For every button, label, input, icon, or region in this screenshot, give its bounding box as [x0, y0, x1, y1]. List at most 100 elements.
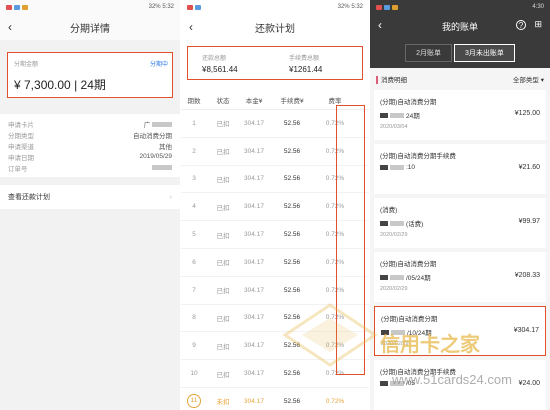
row-fee: 52.56 [283, 397, 301, 405]
item-amount: ¥21.60 [518, 164, 540, 171]
tab-feb-bill[interactable]: 2月账单 [405, 44, 452, 62]
header-status: 状态 [216, 97, 230, 105]
list-item[interactable]: (分期)自动消费分期/05/24期 2020/02/29 ¥208.33 [374, 252, 546, 302]
redacted-block [380, 165, 388, 170]
table-row: 11 未扣 304.17 52.56 0.72% [181, 388, 369, 410]
back-arrow-icon[interactable]: ‹ [189, 20, 193, 34]
status-bar: 32% 5:32 [181, 0, 369, 14]
redacted-block [152, 121, 172, 127]
battery-text: 32% [148, 4, 161, 10]
list-item[interactable]: (分期)自动消费分期手续费:10 ¥21.60 [374, 144, 546, 194]
row-principal: 304.17 [244, 147, 264, 155]
item-amount: ¥208.33 [514, 272, 540, 279]
row-status: 已扣 [216, 176, 230, 184]
item-name: (分期)自动消费分期 [380, 99, 437, 106]
info-list: 申请卡片 广 分期类型 自动消费分期 申请渠道 其他 申请日期 2019/05/29 订… [0, 114, 180, 177]
redacted-block [380, 112, 388, 118]
row-status: 已扣 [216, 204, 230, 212]
item-sub-text: /05/24期 [406, 275, 431, 282]
row-status: 已扣 [216, 371, 230, 379]
row-fee: 52.56 [283, 175, 301, 183]
status-bar: 4:30 [370, 0, 550, 14]
row-status: 已扣 [216, 232, 230, 240]
row-principal: 304.17 [244, 370, 264, 378]
info-label: 申请渠道 [8, 143, 34, 151]
item-name: (分期)自动消费分期手续费 [380, 153, 456, 160]
row-period: 10 [190, 370, 198, 378]
list-item[interactable]: (消费) (话费) 2020/02/29 ¥99.97 [374, 198, 546, 248]
transaction-list: (分期)自动消费分期 24期 2020/03/04 ¥125.00 (分期)自动消费分期… [370, 90, 550, 410]
row-period: 11 [181, 394, 207, 409]
tab-mar-unbilled[interactable]: 3月未出账单 [454, 44, 515, 62]
total-fee-label: 手续费总额 [289, 55, 320, 62]
chevron-right-icon: › [169, 193, 172, 201]
info-label: 分期类型 [8, 132, 34, 140]
row-fee: 52.56 [283, 119, 301, 127]
row-principal: 304.17 [244, 286, 264, 294]
row-principal: 304.17 [244, 342, 264, 350]
total-repay: 还款总额 ¥8,561.44 [188, 47, 275, 79]
installment-detail-screen: 32% 5:32 ‹ 分期详情 分期金额 分期中 ¥ 7,300.00 | 24… [0, 0, 180, 410]
info-label: 申请日期 [8, 154, 34, 162]
row-period: 8 [192, 314, 196, 322]
item-name: (分期)自动消费分期 [380, 261, 437, 268]
row-rate: 0.72% [325, 397, 345, 405]
row-principal: 304.17 [244, 175, 264, 183]
item-amount: ¥125.00 [514, 110, 540, 117]
redacted-block [390, 274, 404, 280]
filter-dropdown[interactable]: 全部类型 ▾ [513, 74, 544, 84]
status-icons [6, 4, 28, 10]
bill-header: ‹ 我的账单 ? ⊞ 2月账单 3月未出账单 [370, 14, 550, 68]
item-amount: ¥99.97 [518, 218, 540, 225]
total-repay-label: 还款总额 [202, 55, 227, 62]
view-plan-button[interactable]: 查看还款计划 › [0, 185, 180, 209]
info-value: 自动消费分期 [133, 132, 172, 140]
row-status: 已扣 [216, 260, 230, 268]
info-row-type: 分期类型 自动消费分期 [8, 129, 172, 140]
header-fee: 手续费¥ [280, 97, 304, 105]
row-period: 3 [192, 175, 196, 183]
info-value: 广 [143, 121, 151, 129]
watermark-logo-icon [282, 303, 378, 367]
row-status: 已扣 [216, 288, 230, 296]
row-principal: 304.17 [244, 203, 264, 211]
list-item[interactable]: (分期)自动消费分期 24期 2020/03/04 ¥125.00 [374, 90, 546, 140]
row-status: 已扣 [216, 149, 230, 157]
current-period-badge: 11 [187, 394, 201, 409]
status-link[interactable]: 分期中 [150, 59, 168, 68]
clock-text: 4:30 [532, 4, 544, 10]
redacted-block [380, 381, 388, 386]
grid-menu-icon[interactable]: ⊞ [534, 19, 542, 30]
row-period: 6 [192, 258, 196, 266]
page-title: 还款计划 [255, 23, 295, 35]
info-row-order: 订单号 [8, 162, 172, 173]
page-title: 分期详情 [70, 23, 110, 35]
tab-bar: 2月账单 3月未出账单 [370, 44, 550, 62]
info-row-date: 申请日期 2019/05/29 [8, 151, 172, 162]
watermark-text: 信用卡之家 [380, 334, 480, 356]
row-period: 1 [192, 119, 196, 127]
item-name: (消费) [380, 207, 398, 214]
help-icon[interactable]: ? [516, 20, 526, 30]
item-amount: ¥24.00 [518, 380, 540, 387]
row-period: 9 [192, 342, 196, 350]
info-label: 申请卡片 [8, 121, 34, 129]
status-icons [187, 4, 201, 10]
header-principal: 本金¥ [245, 97, 263, 105]
watermark-url: www.51cards24.com [392, 372, 512, 387]
info-row-channel: 申请渠道 其他 [8, 140, 172, 151]
clock-text: 5:32 [351, 4, 363, 10]
redacted-block [390, 165, 404, 170]
row-principal: 304.17 [244, 258, 264, 266]
row-status: 已扣 [216, 121, 230, 129]
amount-row: ¥ 7,300.00 | 24期 [14, 78, 106, 92]
back-arrow-icon[interactable]: ‹ [8, 20, 12, 34]
redacted-block [380, 220, 388, 226]
row-fee: 52.56 [283, 203, 301, 211]
redacted-block [390, 112, 404, 118]
back-arrow-icon[interactable]: ‹ [378, 18, 382, 32]
amount-value: ¥ 7,300.00 [14, 78, 71, 92]
totals-box: 还款总额 ¥8,561.44 手续费总额 ¥1261.44 [187, 46, 363, 80]
row-period: 5 [192, 231, 196, 239]
row-period: 2 [192, 147, 196, 155]
